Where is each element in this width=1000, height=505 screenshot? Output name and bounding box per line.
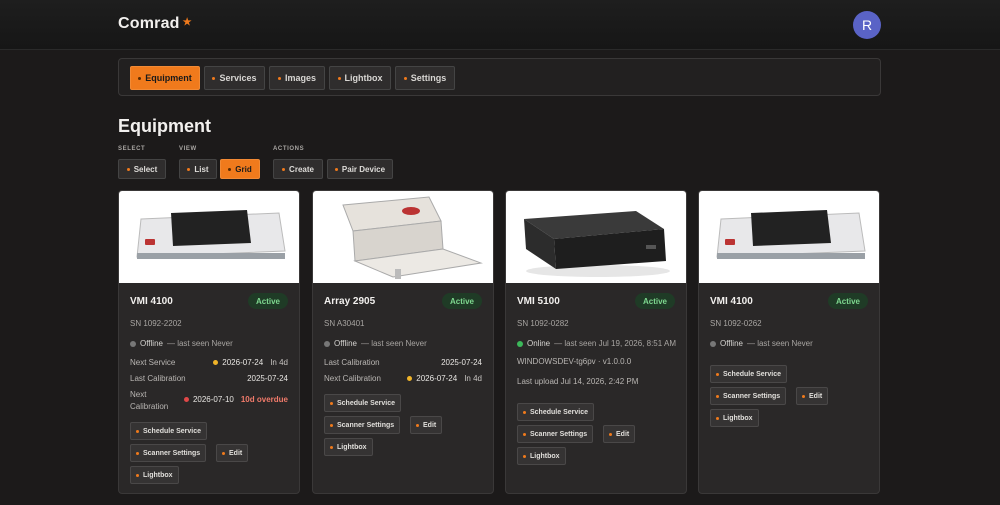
last-calibration-row: Last Calibration 2025-07-24	[130, 374, 288, 383]
bullet-icon	[523, 410, 526, 414]
page-title: Equipment	[118, 116, 211, 136]
last-calibration-row: Last Calibration 2025-07-24	[324, 358, 482, 367]
bullet-icon	[212, 76, 216, 80]
bullet-icon	[136, 473, 139, 477]
bullet-icon	[716, 394, 719, 398]
bullet-icon	[523, 432, 526, 436]
scanner-settings-button[interactable]: Scanner Settings	[517, 425, 594, 443]
connection-status: Offline — last seen Never	[710, 339, 813, 348]
equipment-card[interactable]: Array 2905 Active SN A30401 Offline — las…	[312, 190, 494, 494]
view-group-label: VIEW	[179, 146, 197, 152]
bullet-icon	[416, 423, 419, 427]
equipment-image	[119, 191, 299, 283]
card-title[interactable]: VMI 5100	[517, 296, 560, 307]
connection-status: Online — last seen Jul 19, 2026, 8:51 AM	[517, 339, 676, 348]
grid-view-button[interactable]: Grid	[220, 159, 260, 179]
select-group-label: SELECT	[118, 146, 146, 152]
tab-settings[interactable]: Settings	[395, 66, 455, 90]
serial-number: SN 1092-2202	[130, 319, 182, 328]
bullet-icon	[136, 451, 139, 455]
schedule-service-button[interactable]: Schedule Service	[517, 403, 594, 421]
bullet-icon	[228, 167, 232, 171]
bullet-icon	[337, 76, 341, 80]
edit-button[interactable]: Edit	[410, 416, 443, 434]
bullet-icon	[138, 76, 142, 80]
bullet-icon	[609, 432, 612, 436]
create-button[interactable]: Create	[273, 159, 323, 179]
lightbox-button[interactable]: Lightbox	[130, 466, 179, 484]
connection-status: Offline — last seen Never	[130, 339, 233, 348]
bullet-icon	[716, 372, 719, 376]
equipment-card[interactable]: VMI 4100 Active SN 1092-0262 Offline — la…	[698, 190, 880, 494]
edit-button[interactable]: Edit	[603, 425, 636, 443]
serial-number: SN A30401	[324, 319, 365, 328]
warning-dot-icon	[213, 360, 219, 365]
bullet-icon	[330, 401, 333, 405]
next-calibration-label: Next Calibration	[130, 390, 169, 411]
next-calibration-row: Next Calibration 2026-07-24 In 4d	[324, 374, 482, 383]
app-logo[interactable]: Comrad ★	[118, 15, 192, 33]
top-bar: Comrad ★ R	[0, 0, 1000, 50]
bullet-icon	[330, 423, 333, 427]
online-dot-icon	[517, 340, 523, 347]
bullet-icon	[222, 451, 225, 455]
equipment-image	[313, 191, 493, 283]
last-upload: Last upload Jul 14, 2026, 2:42 PM	[517, 377, 639, 386]
equipment-image	[699, 191, 879, 283]
bullet-icon	[187, 167, 191, 171]
warning-dot-icon	[407, 376, 413, 381]
list-view-button[interactable]: List	[179, 159, 217, 179]
actions-group-label: ACTIONS	[273, 146, 305, 152]
edit-button[interactable]: Edit	[216, 444, 249, 462]
connection-status: Offline — last seen Never	[324, 339, 427, 348]
equipment-image	[506, 191, 686, 283]
lightbox-button[interactable]: Lightbox	[324, 438, 373, 456]
scanner-settings-button[interactable]: Scanner Settings	[130, 444, 207, 462]
tab-images[interactable]: Images	[269, 66, 325, 90]
scanner-settings-button[interactable]: Scanner Settings	[324, 416, 401, 434]
lightbox-button[interactable]: Lightbox	[710, 409, 759, 427]
bullet-icon	[403, 76, 407, 80]
offline-dot-icon	[710, 340, 716, 347]
equipment-card[interactable]: VMI 5100 Active SN 1092-0282 Online — las…	[505, 190, 687, 494]
pair-device-button[interactable]: Pair Device	[327, 159, 393, 179]
bullet-icon	[136, 429, 139, 433]
next-service-row: Next Service 2026-07-24 In 4d	[130, 358, 288, 367]
scanner-settings-button[interactable]: Scanner Settings	[710, 387, 787, 405]
serial-number: SN 1092-0262	[710, 319, 762, 328]
tab-services[interactable]: Services	[204, 66, 265, 90]
status-badge: Active	[827, 293, 868, 309]
select-button[interactable]: Select	[118, 159, 166, 179]
status-badge: Active	[634, 293, 675, 309]
error-dot-icon	[183, 397, 189, 402]
schedule-service-button[interactable]: Schedule Service	[324, 394, 401, 412]
main-nav: Equipment Services Images Lightbox Setti…	[118, 58, 881, 96]
tab-equipment[interactable]: Equipment	[130, 66, 200, 90]
card-title[interactable]: VMI 4100	[710, 296, 753, 307]
schedule-service-button[interactable]: Schedule Service	[130, 422, 207, 440]
bullet-icon	[716, 416, 719, 420]
status-badge: Active	[441, 293, 482, 309]
lightbox-button[interactable]: Lightbox	[517, 447, 566, 465]
star-icon: ★	[182, 17, 192, 28]
device-info: WINDOWSDEV-tg6pv · v1.0.0.0	[517, 357, 632, 366]
bullet-icon	[282, 167, 286, 171]
serial-number: SN 1092-0282	[517, 319, 569, 328]
bullet-icon	[523, 454, 526, 458]
bullet-icon	[330, 445, 333, 449]
status-badge: Active	[247, 293, 288, 309]
user-avatar[interactable]: R	[853, 11, 881, 39]
schedule-service-button[interactable]: Schedule Service	[710, 365, 787, 383]
equipment-card[interactable]: VMI 4100 Active SN 1092-2202 Offline — la…	[118, 190, 300, 494]
tab-lightbox[interactable]: Lightbox	[329, 66, 391, 90]
edit-button[interactable]: Edit	[796, 387, 829, 405]
card-title[interactable]: Array 2905	[324, 296, 375, 307]
bullet-icon	[802, 394, 805, 398]
card-title[interactable]: VMI 4100	[130, 296, 173, 307]
bullet-icon	[277, 76, 281, 80]
bullet-icon	[334, 167, 338, 171]
offline-dot-icon	[130, 340, 136, 347]
bullet-icon	[126, 167, 130, 171]
offline-dot-icon	[324, 340, 330, 347]
